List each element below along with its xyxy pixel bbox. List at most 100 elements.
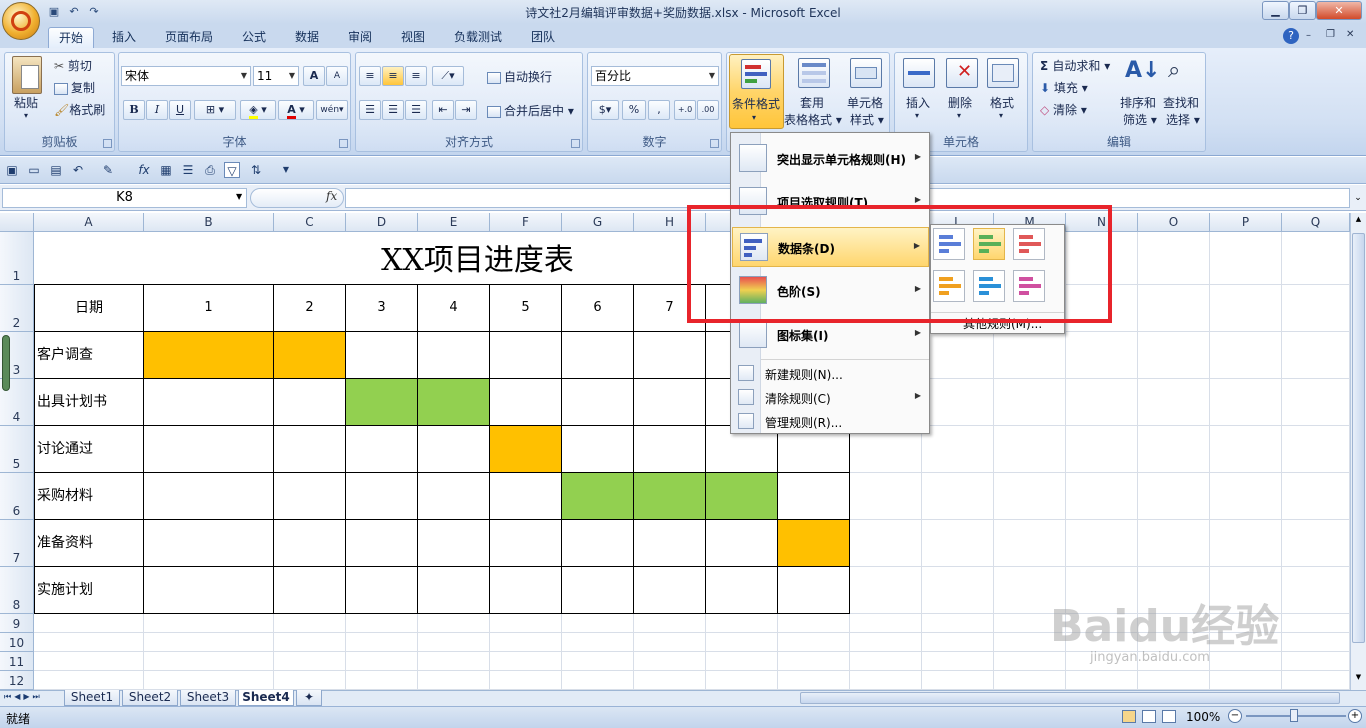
task-name-cell[interactable]: 采购材料: [34, 473, 144, 520]
gantt-cell[interactable]: [706, 520, 778, 567]
gantt-cell[interactable]: [418, 520, 490, 567]
gantt-cell[interactable]: [634, 332, 706, 379]
gantt-cell[interactable]: [274, 332, 346, 379]
function-icon[interactable]: fx: [136, 162, 152, 178]
gantt-cell[interactable]: [274, 567, 346, 614]
gantt-cell[interactable]: [144, 520, 274, 567]
percent-button[interactable]: %: [622, 100, 646, 120]
tab-team[interactable]: 团队: [521, 27, 565, 48]
date-header-cell[interactable]: 日期: [34, 285, 144, 332]
gantt-cell[interactable]: [490, 473, 562, 520]
day-header-cell[interactable]: 4: [418, 285, 490, 332]
autosum-button[interactable]: Σ 自动求和 ▾: [1040, 57, 1110, 74]
find-select-icon[interactable]: ⌕: [1166, 58, 1198, 88]
restore-button[interactable]: ❐: [1289, 1, 1316, 20]
gantt-cell[interactable]: [346, 379, 418, 426]
gantt-cell[interactable]: [274, 426, 346, 473]
sheet-tab-4[interactable]: Sheet4: [238, 690, 294, 706]
customize-qat-icon[interactable]: ▼: [278, 162, 294, 178]
gantt-cell[interactable]: [418, 379, 490, 426]
select-all-corner[interactable]: [0, 213, 34, 232]
gantt-cell[interactable]: [634, 567, 706, 614]
increase-decimal-button[interactable]: +.0: [674, 100, 696, 120]
cut-button[interactable]: ✂ 剪切: [54, 57, 92, 74]
decrease-indent-icon[interactable]: ⇤: [432, 100, 454, 120]
font-color-button[interactable]: A ▾: [278, 100, 314, 120]
clear-button[interactable]: ◇ 清除 ▾: [1040, 101, 1087, 118]
gantt-cell[interactable]: [346, 567, 418, 614]
horizontal-scroll-thumb[interactable]: [800, 692, 1340, 704]
grid-icon[interactable]: ▦: [158, 162, 174, 178]
gantt-cell[interactable]: [562, 520, 634, 567]
format-cells-icon[interactable]: [987, 58, 1019, 88]
gantt-cell[interactable]: [418, 426, 490, 473]
orientation-icon[interactable]: ⟋▾: [432, 66, 464, 86]
gantt-cell[interactable]: [144, 567, 274, 614]
row-header-9[interactable]: 9: [0, 614, 34, 633]
number-launcher-icon[interactable]: [710, 139, 719, 148]
gantt-cell[interactable]: [490, 567, 562, 614]
align-middle-icon[interactable]: ≡: [382, 66, 404, 86]
task-name-cell[interactable]: 准备资料: [34, 520, 144, 567]
zoom-level[interactable]: 100%: [1186, 710, 1220, 724]
task-name-cell[interactable]: 讨论通过: [34, 426, 144, 473]
column-header-e[interactable]: E: [418, 213, 490, 232]
align-bottom-icon[interactable]: ≡: [405, 66, 427, 86]
column-header-a[interactable]: A: [34, 213, 144, 232]
gantt-cell[interactable]: [274, 473, 346, 520]
chevron-down-icon[interactable]: ▼: [236, 192, 242, 201]
tab-formulas[interactable]: 公式: [232, 27, 276, 48]
row-header-8[interactable]: 8: [0, 567, 34, 614]
gantt-cell[interactable]: [634, 520, 706, 567]
row-header-1[interactable]: 1: [0, 232, 34, 285]
column-header-q[interactable]: Q: [1282, 213, 1350, 232]
gantt-cell[interactable]: [274, 520, 346, 567]
number-format-select[interactable]: 百分比 ▼: [591, 66, 719, 86]
menu-new-rule[interactable]: 新建规则(N)...: [732, 361, 929, 385]
minimize-button[interactable]: ▁: [1262, 1, 1289, 20]
bold-button[interactable]: B: [123, 100, 145, 120]
day-header-cell[interactable]: 6: [562, 285, 634, 332]
insert-cells-icon[interactable]: [903, 58, 935, 88]
row-header-5[interactable]: 5: [0, 426, 34, 473]
paste-dropdown-icon[interactable]: ▾: [24, 111, 28, 120]
copy-button[interactable]: 复制: [54, 79, 95, 96]
sort-icon[interactable]: ⇅: [248, 162, 264, 178]
delete-cells-icon[interactable]: ✕: [946, 58, 978, 88]
grow-font-button[interactable]: A: [303, 66, 325, 86]
gantt-cell[interactable]: [490, 520, 562, 567]
task-name-cell[interactable]: 出具计划书: [34, 379, 144, 426]
column-header-b[interactable]: B: [144, 213, 274, 232]
zoom-out-icon[interactable]: −: [1228, 709, 1242, 723]
gantt-cell[interactable]: [418, 567, 490, 614]
row-header-6[interactable]: 6: [0, 473, 34, 520]
name-box[interactable]: K8: [2, 188, 247, 208]
gantt-cell[interactable]: [562, 332, 634, 379]
normal-view-icon[interactable]: [1122, 710, 1136, 723]
table-format-label-1[interactable]: 套用: [800, 94, 824, 111]
gantt-cell[interactable]: [778, 473, 850, 520]
column-header-d[interactable]: D: [346, 213, 418, 232]
menu-highlight-rules[interactable]: 突出显示单元格规则(H) ▶: [732, 139, 929, 179]
scroll-down-icon[interactable]: ▼: [1353, 673, 1364, 685]
align-top-icon[interactable]: ≡: [359, 66, 381, 86]
print-preview-icon[interactable]: ▤: [48, 162, 64, 178]
printer-icon[interactable]: ⎙: [202, 162, 218, 178]
row-header-11[interactable]: 11: [0, 652, 34, 671]
borders-button[interactable]: ⊞ ▾: [194, 100, 236, 120]
alignment-launcher-icon[interactable]: [571, 139, 580, 148]
tab-data[interactable]: 数据: [285, 27, 329, 48]
scroll-up-icon[interactable]: ▲: [1353, 215, 1364, 227]
task-name-cell[interactable]: 客户调查: [34, 332, 144, 379]
cell-style-label-1[interactable]: 单元格: [847, 94, 883, 111]
expand-formula-icon[interactable]: ⌄: [1352, 188, 1364, 208]
column-header-o[interactable]: O: [1138, 213, 1210, 232]
gantt-cell[interactable]: [144, 379, 274, 426]
phonetic-button[interactable]: wén▾: [316, 100, 348, 120]
gantt-cell[interactable]: [562, 567, 634, 614]
column-header-f[interactable]: F: [490, 213, 562, 232]
day-header-cell[interactable]: 2: [274, 285, 346, 332]
gantt-cell[interactable]: [346, 473, 418, 520]
tab-insert[interactable]: 插入: [102, 27, 146, 48]
align-left-icon[interactable]: ☰: [359, 100, 381, 120]
